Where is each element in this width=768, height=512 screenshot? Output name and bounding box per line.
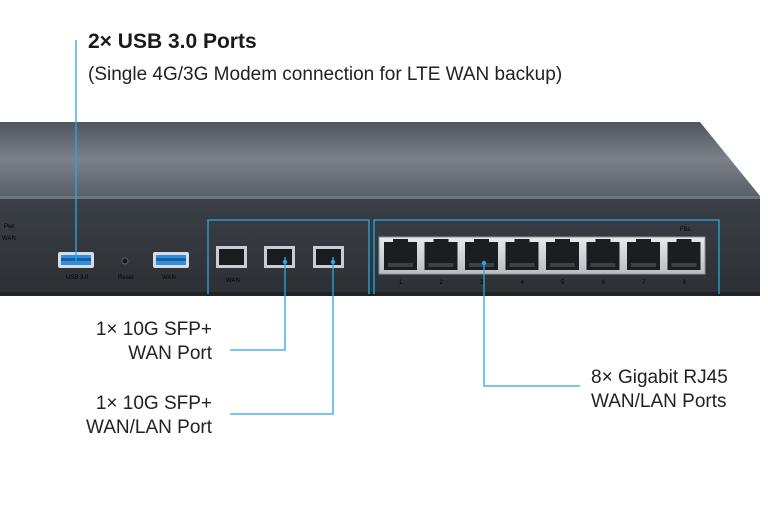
rj45-port: [667, 239, 701, 270]
usb-port-2: [153, 252, 189, 268]
rj45-port: [424, 239, 458, 270]
chassis-top: [0, 122, 760, 196]
left-wan-label: WAN: [2, 236, 16, 242]
rj45-port: [465, 239, 498, 270]
usb-wan-label: WAN: [162, 275, 176, 281]
sfp-wan-label: WAN: [226, 278, 240, 284]
usb-label: USB 3.0: [66, 275, 89, 281]
rj45-group-label: FBs: [680, 227, 691, 233]
rj45-port: [627, 239, 660, 270]
rj45-port: [505, 239, 539, 270]
sfp-port-1: [216, 246, 247, 268]
left-pwr-label: Pwr: [4, 224, 14, 230]
reset-button: [121, 257, 129, 265]
sfp-port-3: [313, 246, 344, 268]
reset-label: Reset: [118, 275, 134, 281]
rj45-port: [384, 239, 417, 270]
router-illustration: Pwr WAN USB 3.0 Reset WAN WAN FBs 123456…: [0, 40, 760, 415]
rj45-port: [586, 239, 620, 270]
rj45-port: [546, 239, 579, 270]
sfp-port-2: [264, 246, 295, 268]
